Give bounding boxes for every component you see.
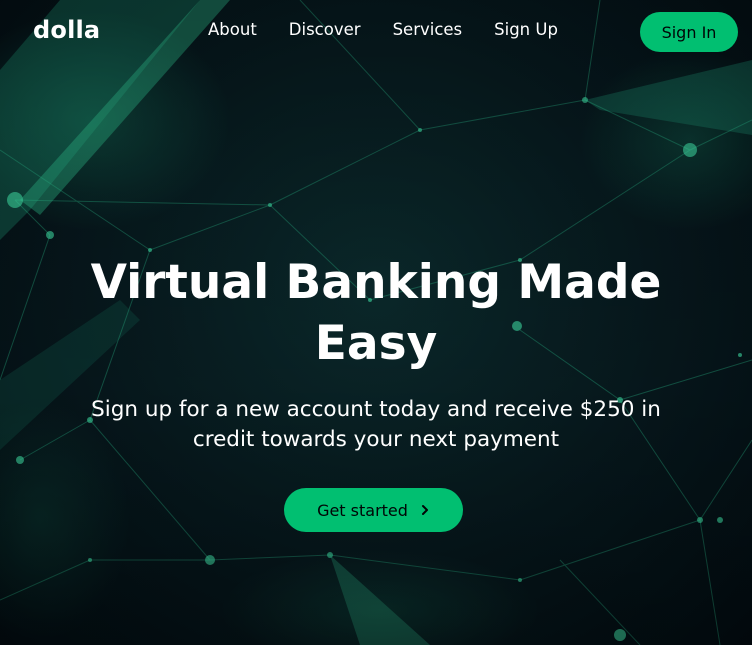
hero-content: Virtual Banking Made Easy Sign up for a … — [0, 0, 752, 645]
get-started-button[interactable]: Get started — [284, 488, 463, 532]
hero-subtitle: Sign up for a new account today and rece… — [91, 397, 661, 452]
chevron-right-icon — [421, 505, 428, 515]
hero-section: dolla About Discover Services Sign Up Si… — [0, 0, 752, 645]
hero-title: Virtual Banking Made Easy — [90, 255, 662, 371]
get-started-label: Get started — [317, 500, 408, 520]
